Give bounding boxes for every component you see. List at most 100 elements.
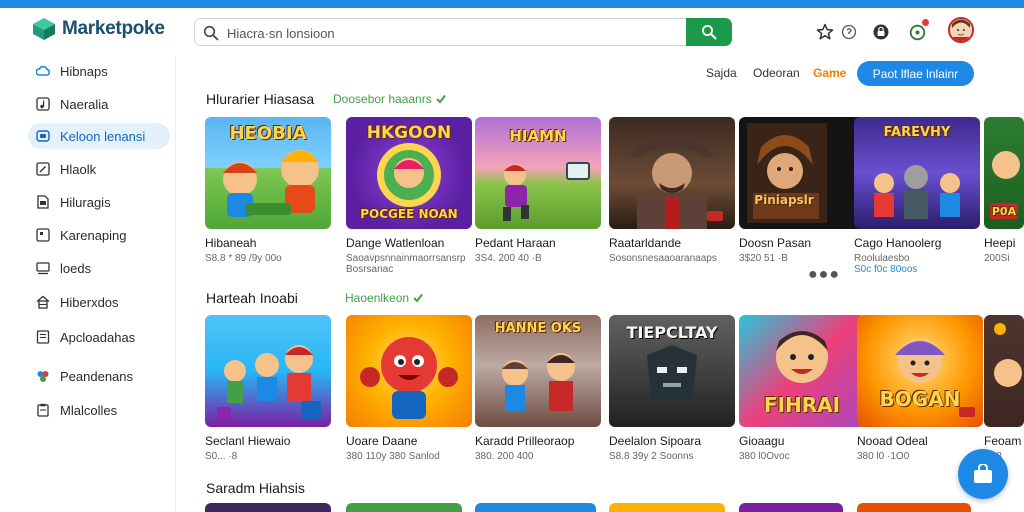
- game-thumbnail: [609, 117, 735, 229]
- help-icon[interactable]: [839, 22, 859, 42]
- sidebar-item-label: Peandenans: [60, 368, 134, 384]
- card-title: Heepi: [984, 236, 1016, 250]
- thumbnail-subtext: POCGEE NOAN: [360, 207, 458, 221]
- game-thumbnail: [984, 315, 1024, 427]
- sidebar-item-keloon[interactable]: Keloon lenansi: [28, 123, 170, 149]
- section-title: Hlurarier Hiasasa: [206, 91, 315, 107]
- search-input[interactable]: [227, 23, 667, 43]
- sidebar: Hibnaps Naeralia Keloon lenansi Hlaolk H…: [0, 56, 176, 512]
- sidebar-item-label: Hlaolk: [60, 161, 97, 177]
- sidebar-item-hiberxdos[interactable]: Hiberxdos: [28, 289, 170, 315]
- card-title: Gioaagu: [739, 434, 785, 448]
- sidebar-item-hiluragis[interactable]: Hiluragis: [28, 189, 170, 215]
- sidebar-item-apcloadahas[interactable]: Apcloadahas: [28, 324, 170, 350]
- star-icon[interactable]: [815, 22, 835, 42]
- card-title: Cago Hanoolerg: [854, 236, 942, 250]
- gamepad-icon: [36, 130, 50, 142]
- search-icon: [702, 25, 717, 40]
- card-meta: S8.8 39y 2 Soonns: [609, 451, 694, 462]
- game-thumbnail: Piniapslr: [739, 117, 865, 229]
- cloud-icon: [36, 65, 50, 76]
- home-icon: [36, 295, 50, 309]
- sidebar-item-label: Naeralia: [60, 96, 109, 112]
- more-dots-icon[interactable]: ●●●: [808, 266, 840, 284]
- sidebar-item-peandenans[interactable]: Peandenans: [28, 363, 170, 389]
- game-thumbnail: HANNE OKS: [475, 315, 601, 427]
- sidebar-item-label: Mlalcolles: [60, 402, 118, 418]
- cube-logo-icon: [33, 18, 55, 40]
- card-title: Karadd Prilleoraop: [475, 434, 575, 448]
- cta-button[interactable]: Paot lflae lnlainr: [857, 61, 974, 86]
- thumbnail-text: HIAMN: [509, 127, 567, 145]
- game-thumbnail: [205, 315, 331, 427]
- card-title: Nooad Odeal: [857, 434, 928, 448]
- check-icon: [436, 94, 446, 104]
- game-thumbnail[interactable]: [739, 503, 843, 512]
- book-icon: [36, 330, 50, 344]
- card-meta: Sosonsnesaaoaranaaps: [609, 253, 717, 264]
- notification-icon[interactable]: [907, 18, 930, 42]
- card-meta: S0... ·8: [205, 451, 238, 462]
- game-thumbnail[interactable]: [346, 503, 462, 512]
- clipboard-icon: [37, 403, 49, 417]
- game-thumbnail[interactable]: [475, 503, 596, 512]
- notification-badge: [921, 18, 930, 27]
- section-tag-label: Haoenlkeon: [345, 291, 410, 305]
- search-icon: [203, 25, 219, 41]
- monitor-icon: [36, 262, 50, 275]
- filter-odeoran[interactable]: Odeoran: [753, 66, 800, 80]
- card-title: Doosn Pasan: [739, 236, 812, 250]
- card-title: Hibaneah: [205, 236, 257, 250]
- music-icon: [36, 97, 50, 111]
- filter-sajda[interactable]: Sajda: [706, 66, 737, 80]
- sidebar-item-hibnaps[interactable]: Hibnaps: [28, 58, 170, 84]
- card-title: Raatarldande: [609, 236, 682, 250]
- edit-icon: [36, 162, 50, 176]
- sidebar-item-label: Hiluragis: [60, 194, 111, 210]
- card-meta: S8.8 * 89 /9y 00o: [205, 253, 282, 264]
- card-meta: 3$20 51 ·B: [739, 253, 788, 264]
- sidebar-item-loeds[interactable]: loeds: [28, 255, 170, 281]
- sidebar-item-hlaolk[interactable]: Hlaolk: [28, 156, 170, 182]
- lock-icon[interactable]: [871, 22, 891, 42]
- game-thumbnail: FIHRAI: [739, 315, 865, 427]
- sidebar-item-mlalcolles[interactable]: Mlalcolles: [28, 397, 170, 423]
- section-title: Saradm Hiahsis: [206, 480, 305, 496]
- sidebar-item-naeralia[interactable]: Naeralia: [28, 91, 170, 117]
- game-thumbnail: BOGAN: [857, 315, 983, 427]
- thumbnail-text: HANNE OKS: [494, 321, 582, 336]
- game-thumbnail[interactable]: [609, 503, 725, 512]
- thumbnail-text: FAREVHY: [883, 125, 951, 140]
- game-thumbnail: HEOBIA: [205, 117, 331, 229]
- section-tag[interactable]: Haoenlkeon: [345, 291, 423, 305]
- logo[interactable]: Marketpoke: [32, 17, 165, 41]
- frame-icon: [36, 228, 50, 242]
- avatar[interactable]: [948, 17, 974, 43]
- card-title: Seclanl Hiewaio: [205, 434, 291, 448]
- section-tag[interactable]: Doosebor haaanrs: [333, 92, 446, 106]
- section-tag-label: Doosebor haaanrs: [333, 92, 432, 106]
- card-meta: Roolulaesbo: [854, 253, 910, 264]
- sidebar-item-karenaping[interactable]: Karenaping: [28, 222, 170, 248]
- sidebar-item-label: Apcloadahas: [60, 329, 136, 345]
- game-thumbnail: HIAMN: [475, 117, 601, 229]
- card-meta: 380. 200 400: [475, 451, 534, 462]
- game-thumbnail[interactable]: [857, 503, 971, 512]
- search-bar: [194, 18, 732, 46]
- thumbnail-text: HKGOON: [366, 123, 452, 143]
- game-thumbnail: P0A: [984, 117, 1024, 229]
- check-icon: [413, 293, 423, 303]
- filter-game[interactable]: Game: [813, 66, 846, 80]
- game-thumbnail: [346, 315, 472, 427]
- floating-action-button[interactable]: [958, 449, 1008, 499]
- card-meta: 380 110y 380 Sanlod: [346, 451, 440, 462]
- card-meta: 200Si: [984, 253, 1010, 264]
- thumbnail-text: BOGAN: [879, 387, 961, 411]
- card-meta: Saoavpsnnainmaorrsansrp: [346, 253, 466, 264]
- card-meta: 380 l0Ovoc: [739, 451, 790, 462]
- sidebar-item-label: Karenaping: [60, 227, 127, 243]
- card-title: Feoam: [984, 434, 1022, 448]
- store-icon: [974, 464, 992, 483]
- game-thumbnail[interactable]: [205, 503, 331, 512]
- search-button[interactable]: [686, 18, 732, 46]
